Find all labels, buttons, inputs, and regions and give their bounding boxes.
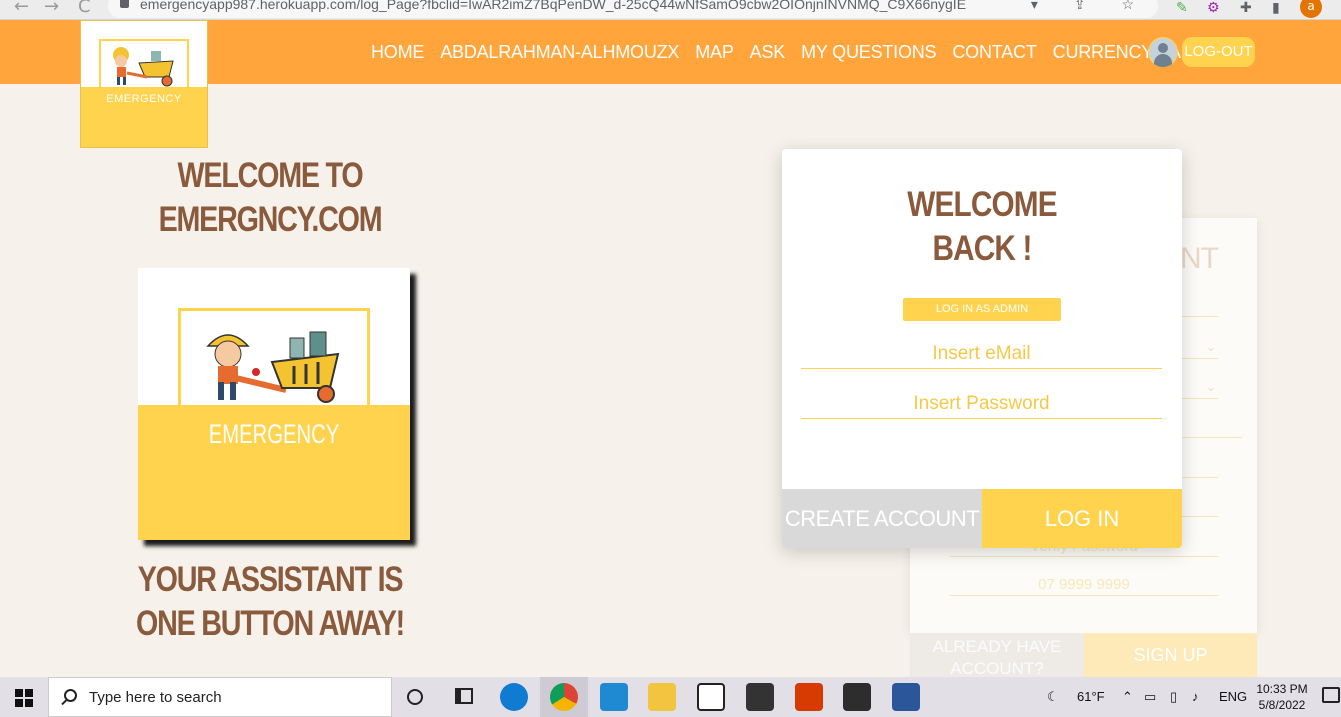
signup-title: NT <box>1180 242 1219 275</box>
terminal-icon[interactable] <box>843 683 871 711</box>
logout-button[interactable]: LOG-OUT <box>1182 37 1255 67</box>
login-card: WELCOME BACK ! LOG IN AS ADMIN CREATE AC… <box>782 149 1182 548</box>
hero-logo-text: EMERGENCY <box>208 419 340 449</box>
profile-avatar[interactable]: a <box>1300 0 1322 18</box>
nav-home[interactable]: HOME <box>371 42 424 63</box>
office-icon[interactable] <box>795 683 823 711</box>
puzzle-icon[interactable]: ✚ <box>1240 0 1252 18</box>
search-icon <box>64 689 77 702</box>
back-icon[interactable]: ← <box>14 0 29 17</box>
weather-text[interactable]: 61°F <box>1077 677 1105 717</box>
network-icon[interactable]: ▭ <box>1144 677 1156 717</box>
phone-field[interactable]: 07 9999 9999 <box>950 576 1218 593</box>
chrome-icon[interactable] <box>550 683 578 711</box>
admin-login-button[interactable]: LOG IN AS ADMIN <box>903 298 1061 321</box>
language-text[interactable]: ENG <box>1219 677 1247 717</box>
create-account-button[interactable]: CREATE ACCOUNT <box>782 489 982 548</box>
password-field[interactable] <box>801 389 1162 419</box>
mail-icon[interactable] <box>746 683 774 711</box>
extension-icon-2[interactable]: ⚙ <box>1207 0 1220 18</box>
taskbar: Type here to search ☾ 61°F ⌃ ▭ ▯ ♪ ENG 1… <box>0 677 1341 717</box>
site-logo[interactable]: EMERGENCY <box>80 20 208 148</box>
windows-start-icon[interactable] <box>0 677 48 717</box>
store-icon[interactable] <box>697 683 725 711</box>
signup-button[interactable]: SIGN UP <box>1084 633 1257 678</box>
word-icon[interactable] <box>892 683 920 711</box>
already-have-account-button[interactable]: ALREADY HAVE ACCOUNT? <box>910 633 1084 678</box>
address-bar[interactable]: emergencyapp987.herokuapp.com/log_Page?f… <box>108 0 1158 18</box>
clock[interactable]: 10:33 PM 5/8/2022 <box>1252 681 1312 713</box>
hero-title: WELCOME TO EMERGNCY.COM <box>158 156 383 239</box>
notification-icon[interactable] <box>1322 687 1340 703</box>
nav-username[interactable]: ABDALRAHMAN-ALHMOUZX <box>440 42 679 63</box>
nav-map[interactable]: MAP <box>695 42 734 63</box>
url-text: emergencyapp987.herokuapp.com/log_Page?f… <box>140 0 967 12</box>
cortana-icon[interactable] <box>407 689 423 705</box>
edge-icon[interactable] <box>500 683 528 711</box>
chevron-down-icon[interactable]: ⌄ <box>1206 340 1216 354</box>
taskbar-search[interactable]: Type here to search <box>48 677 392 717</box>
task-view-icon[interactable] <box>455 688 473 704</box>
lock-icon <box>120 0 129 8</box>
sidebar-icon[interactable]: ▮ <box>1272 0 1280 18</box>
login-title: WELCOME BACK ! <box>907 185 1057 268</box>
user-avatar-icon[interactable] <box>1148 37 1178 67</box>
hero-tagline: YOUR ASSISTANT IS ONE BUTTON AWAY! <box>136 560 405 643</box>
forward-icon[interactable]: → <box>44 0 59 17</box>
search-placeholder: Type here to search <box>89 689 222 706</box>
extension-icon[interactable]: ✎ <box>1176 0 1188 18</box>
reload-icon[interactable]: C <box>78 0 91 17</box>
file-explorer-icon[interactable] <box>648 683 676 711</box>
main-menu: HOME ABDALRAHMAN-ALHMOUZX MAP ASK MY QUE… <box>363 20 1238 84</box>
chevron-up-icon[interactable]: ⌃ <box>1122 677 1133 717</box>
login-button[interactable]: LOG IN <box>982 489 1182 548</box>
email-field[interactable] <box>801 339 1162 369</box>
url-actions[interactable]: ▾ ⇪ ☆ <box>1031 0 1150 14</box>
battery-icon[interactable]: ▯ <box>1170 677 1177 717</box>
nav-currency[interactable]: CURRENCY <box>1053 42 1154 63</box>
vscode-icon[interactable] <box>600 683 628 711</box>
nav-ask[interactable]: ASK <box>750 42 786 63</box>
moon-icon: ☾ <box>1047 689 1059 704</box>
volume-icon[interactable]: ♪ <box>1192 677 1199 717</box>
logo-text: EMERGENCY <box>106 93 182 105</box>
nav-contact[interactable]: CONTACT <box>952 42 1036 63</box>
nav-my-questions[interactable]: MY QUESTIONS <box>801 42 936 63</box>
browser-toolbar: ← → C emergencyapp987.herokuapp.com/log_… <box>0 0 1341 20</box>
chevron-down-icon[interactable]: ⌄ <box>1206 380 1216 394</box>
hero-logo: EMERGENCY <box>138 268 410 540</box>
